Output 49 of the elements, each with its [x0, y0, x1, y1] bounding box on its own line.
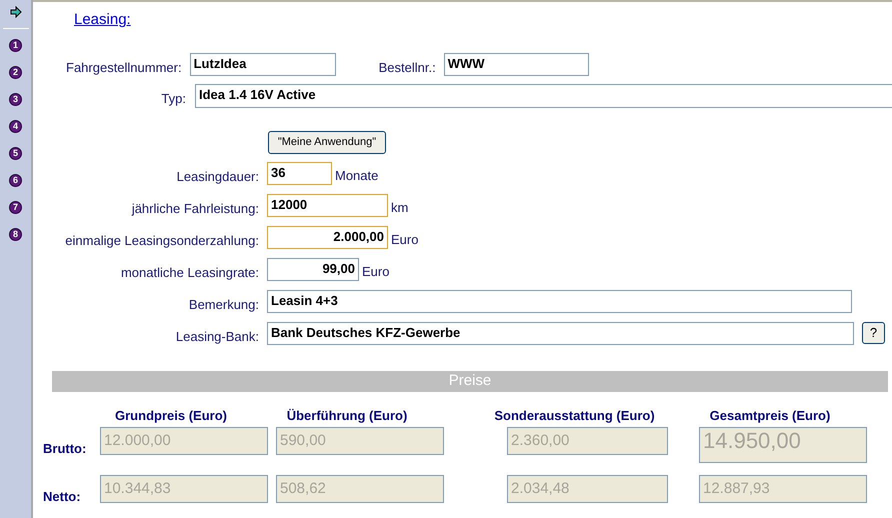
price-field: 2.360,00: [507, 427, 668, 455]
arrow-icon[interactable]: [10, 6, 22, 18]
input-field[interactable]: Leasin 4+3: [267, 290, 852, 312]
step-button[interactable]: 3: [9, 93, 22, 106]
field-label: Leasing-Bank:: [174, 328, 259, 346]
unit-label: Euro: [391, 231, 418, 250]
column-header: Gesamtpreis (Euro): [708, 406, 832, 425]
field-label: jährliche Fahrleistung:: [130, 200, 259, 218]
field-label: einmalige Leasingsonderzahlung:: [64, 232, 259, 250]
field-label: Bestellnr.:: [378, 58, 436, 77]
input-field[interactable]: WWW: [444, 52, 589, 76]
input-field[interactable]: 2.000,00: [267, 226, 388, 248]
row-label: Brutto:: [43, 440, 88, 458]
input-field[interactable]: LutzIdea: [190, 52, 336, 76]
price-field: 10.344,83: [100, 475, 268, 503]
lookup-button[interactable]: ?: [862, 322, 885, 344]
field-label: Typ:: [160, 90, 186, 108]
price-field: 2.034,48: [507, 475, 668, 503]
step-button[interactable]: 4: [9, 120, 22, 133]
section-title-link[interactable]: Leasing:: [74, 9, 131, 32]
step-button[interactable]: 8: [9, 228, 22, 241]
step-button[interactable]: 7: [9, 201, 22, 214]
input-field[interactable]: 36: [267, 162, 332, 184]
input-field[interactable]: 99,00: [267, 258, 359, 280]
price-field: 14.950,00: [699, 427, 867, 463]
step-button[interactable]: 5: [9, 147, 22, 160]
field-label: Fahrgestellnummer:: [66, 58, 182, 77]
unit-label: Monate: [335, 167, 378, 186]
step-button[interactable]: 6: [9, 174, 22, 187]
price-field: 12.887,93: [699, 475, 867, 503]
step-button[interactable]: 1: [9, 39, 22, 52]
field-label: Leasingdauer:: [176, 168, 259, 186]
input-field[interactable]: Idea 1.4 16V Active: [195, 84, 892, 108]
section-header: Preise: [52, 370, 888, 392]
unit-label: Euro: [362, 263, 390, 282]
input-field[interactable]: Bank Deutsches KFZ-Gewerbe: [267, 322, 854, 344]
unit-label: km: [391, 199, 408, 218]
field-label: monatliche Leasingrate:: [120, 264, 259, 282]
column-header: Überführung (Euro): [286, 406, 408, 425]
column-header: Sonderausstattung (Euro): [494, 406, 655, 425]
column-header: Grundpreis (Euro): [114, 406, 228, 425]
field-label: Bemerkung:: [188, 296, 259, 314]
price-field: 508,62: [276, 475, 444, 503]
price-field: 12.000,00: [100, 427, 268, 455]
input-field[interactable]: 12000: [267, 194, 388, 216]
step-button[interactable]: 2: [9, 66, 22, 79]
price-field: 590,00: [276, 427, 444, 455]
row-label: Netto:: [43, 488, 82, 506]
app-button[interactable]: "Meine Anwendung": [268, 130, 386, 154]
